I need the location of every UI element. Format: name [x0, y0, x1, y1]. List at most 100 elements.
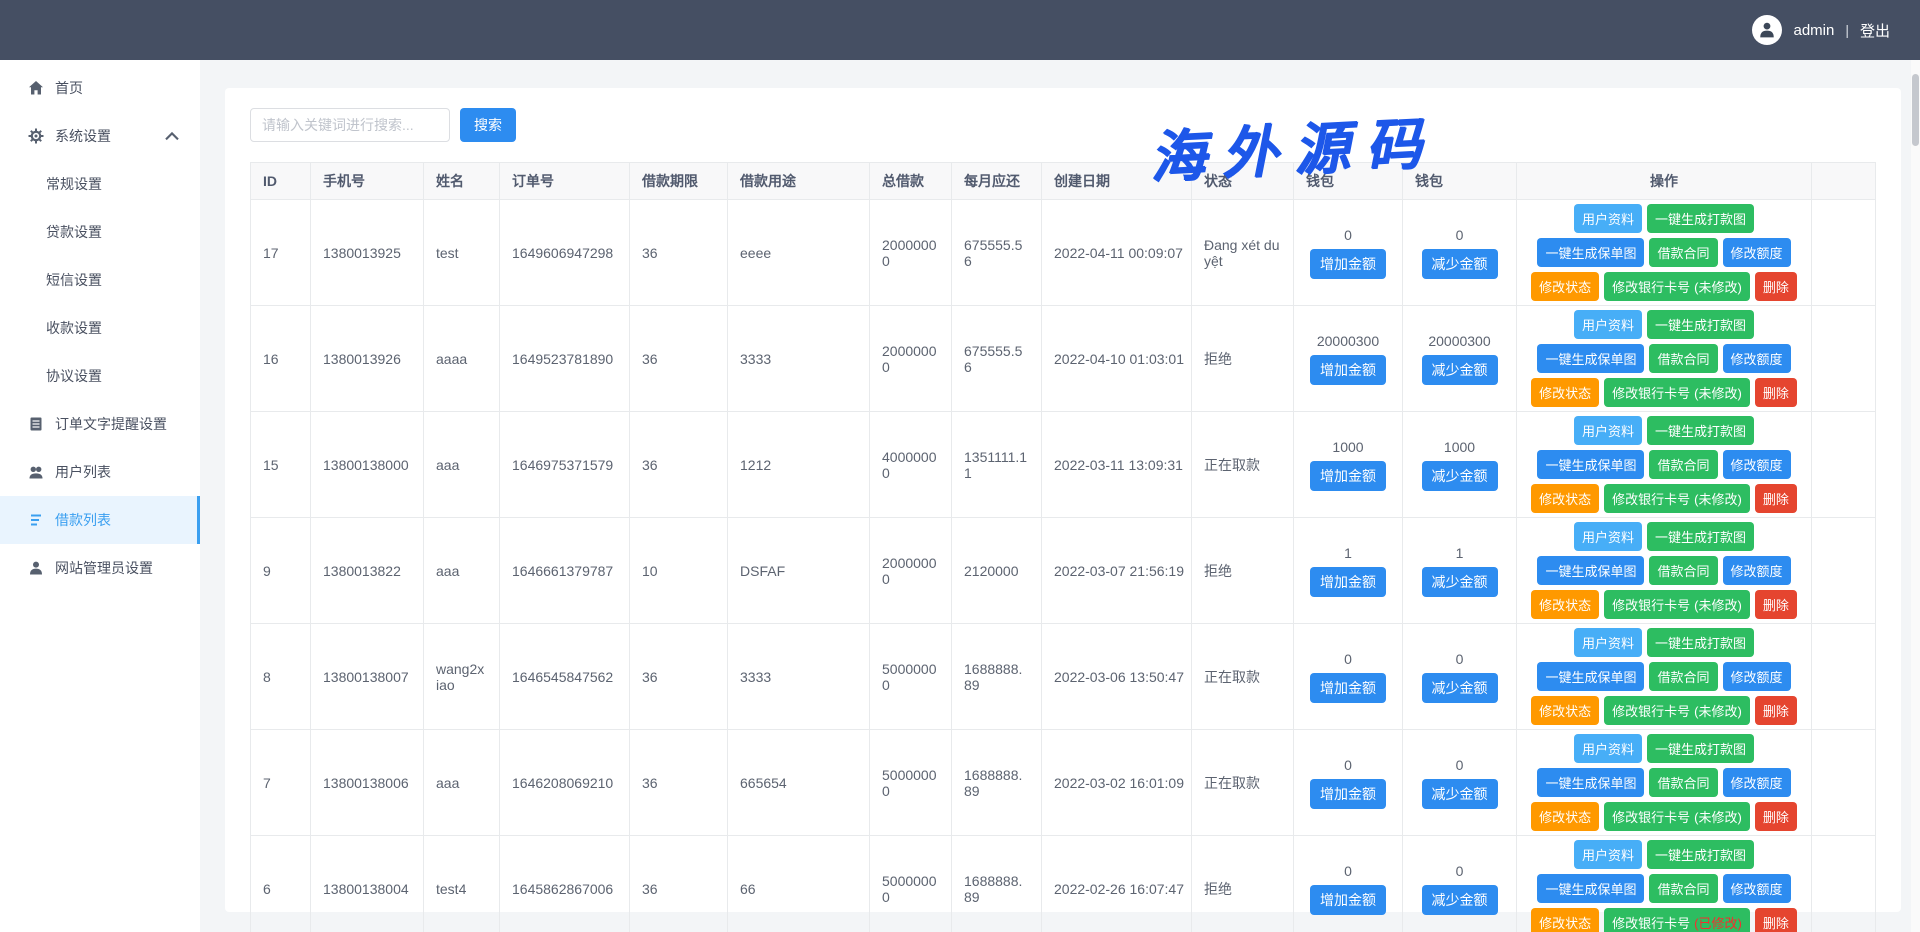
- edit-bank-card-button[interactable]: 修改银行卡号(未修改): [1604, 484, 1750, 513]
- user-info-button[interactable]: 用户资料: [1574, 416, 1642, 445]
- loan-contract-button[interactable]: 借款合同: [1649, 556, 1717, 585]
- subtract-amount-button[interactable]: 减少金额: [1422, 673, 1498, 703]
- generate-policy-image-button[interactable]: 一键生成保单图: [1537, 768, 1644, 797]
- edit-status-button[interactable]: 修改状态: [1531, 378, 1599, 407]
- delete-button[interactable]: 删除: [1755, 378, 1797, 407]
- add-amount-button[interactable]: 增加金额: [1310, 355, 1386, 385]
- add-amount-button[interactable]: 增加金额: [1310, 885, 1386, 915]
- user-avatar[interactable]: [1752, 15, 1782, 45]
- sidebar-item-admin-settings[interactable]: 网站管理员设置: [0, 544, 200, 592]
- subtract-amount-button[interactable]: 减少金额: [1422, 885, 1498, 915]
- edit-quota-button[interactable]: 修改额度: [1723, 662, 1791, 691]
- username-label[interactable]: admin: [1793, 22, 1834, 39]
- add-amount-button[interactable]: 增加金额: [1310, 673, 1386, 703]
- delete-button[interactable]: 删除: [1755, 696, 1797, 725]
- sidebar-item-system-settings[interactable]: 系统设置: [0, 112, 200, 160]
- edit-bank-card-button[interactable]: 修改银行卡号(未修改): [1604, 696, 1750, 725]
- edit-status-button[interactable]: 修改状态: [1531, 908, 1599, 932]
- generate-policy-image-button[interactable]: 一键生成保单图: [1537, 450, 1644, 479]
- edit-bank-card-button[interactable]: 修改银行卡号(未修改): [1604, 590, 1750, 619]
- edit-quota-button[interactable]: 修改额度: [1723, 556, 1791, 585]
- edit-bank-card-button[interactable]: 修改银行卡号(未修改): [1604, 802, 1750, 831]
- edit-status-button[interactable]: 修改状态: [1531, 484, 1599, 513]
- loan-contract-button[interactable]: 借款合同: [1649, 344, 1717, 373]
- edit-quota-button[interactable]: 修改额度: [1723, 450, 1791, 479]
- generate-payment-image-button[interactable]: 一键生成打款图: [1647, 734, 1754, 763]
- generate-payment-image-button[interactable]: 一键生成打款图: [1647, 628, 1754, 657]
- edit-quota-button[interactable]: 修改额度: [1723, 768, 1791, 797]
- generate-policy-image-button[interactable]: 一键生成保单图: [1537, 556, 1644, 585]
- sidebar-item-order-text-settings[interactable]: 订单文字提醒设置: [0, 400, 200, 448]
- generate-payment-image-button[interactable]: 一键生成打款图: [1647, 204, 1754, 233]
- cell-total: 40000000: [870, 412, 952, 518]
- sidebar-item-payment-settings[interactable]: 收款设置: [0, 304, 200, 352]
- generate-policy-image-button[interactable]: 一键生成保单图: [1537, 662, 1644, 691]
- sidebar-item-label: 首页: [55, 78, 83, 98]
- loan-contract-button[interactable]: 借款合同: [1649, 662, 1717, 691]
- header-created: 创建日期: [1042, 163, 1192, 200]
- user-info-button[interactable]: 用户资料: [1574, 628, 1642, 657]
- generate-policy-image-button[interactable]: 一键生成保单图: [1537, 344, 1644, 373]
- sidebar-item-user-list[interactable]: 用户列表: [0, 448, 200, 496]
- generate-payment-image-button[interactable]: 一键生成打款图: [1647, 310, 1754, 339]
- sidebar-item-sms-settings[interactable]: 短信设置: [0, 256, 200, 304]
- loan-contract-button[interactable]: 借款合同: [1649, 768, 1717, 797]
- edit-quota-button[interactable]: 修改额度: [1723, 874, 1791, 903]
- edit-status-button[interactable]: 修改状态: [1531, 590, 1599, 619]
- generate-policy-image-button[interactable]: 一键生成保单图: [1537, 874, 1644, 903]
- delete-button[interactable]: 删除: [1755, 590, 1797, 619]
- loan-contract-button[interactable]: 借款合同: [1649, 238, 1717, 267]
- search-button[interactable]: 搜索: [460, 108, 516, 142]
- add-amount-button[interactable]: 增加金额: [1310, 567, 1386, 597]
- generate-payment-image-button[interactable]: 一键生成打款图: [1647, 522, 1754, 551]
- wallet-amount: 0: [1415, 227, 1504, 243]
- user-info-button[interactable]: 用户资料: [1574, 522, 1642, 551]
- add-amount-button[interactable]: 增加金额: [1310, 779, 1386, 809]
- sidebar-item-home[interactable]: 首页: [0, 64, 200, 112]
- edit-quota-button[interactable]: 修改额度: [1723, 238, 1791, 267]
- delete-button[interactable]: 删除: [1755, 484, 1797, 513]
- edit-bank-card-button[interactable]: 修改银行卡号(已修改): [1604, 908, 1750, 932]
- add-amount-button[interactable]: 增加金额: [1310, 249, 1386, 279]
- user-info-button[interactable]: 用户资料: [1574, 204, 1642, 233]
- loan-contract-button[interactable]: 借款合同: [1649, 450, 1717, 479]
- logout-button[interactable]: 登出: [1860, 20, 1890, 41]
- scrollbar-thumb[interactable]: [1912, 74, 1919, 146]
- cell-name: aaa: [424, 518, 500, 624]
- wallet-amount: 20000300: [1306, 333, 1390, 349]
- subtract-amount-button[interactable]: 减少金额: [1422, 461, 1498, 491]
- subtract-amount-button[interactable]: 减少金额: [1422, 779, 1498, 809]
- delete-button[interactable]: 删除: [1755, 908, 1797, 932]
- edit-bank-card-button[interactable]: 修改银行卡号(未修改): [1604, 378, 1750, 407]
- subtract-amount-button[interactable]: 减少金额: [1422, 567, 1498, 597]
- generate-policy-image-button[interactable]: 一键生成保单图: [1537, 238, 1644, 267]
- search-input[interactable]: [250, 108, 450, 142]
- loan-contract-button[interactable]: 借款合同: [1649, 874, 1717, 903]
- sidebar-item-agreement-settings[interactable]: 协议设置: [0, 352, 200, 400]
- user-info-button[interactable]: 用户资料: [1574, 840, 1642, 869]
- delete-button[interactable]: 删除: [1755, 802, 1797, 831]
- add-amount-button[interactable]: 增加金额: [1310, 461, 1386, 491]
- sidebar-item-loan-list[interactable]: 借款列表: [0, 496, 200, 544]
- home-icon: [28, 80, 44, 96]
- edit-status-button[interactable]: 修改状态: [1531, 802, 1599, 831]
- edit-quota-button[interactable]: 修改额度: [1723, 344, 1791, 373]
- sidebar-item-loan-settings[interactable]: 贷款设置: [0, 208, 200, 256]
- generate-payment-image-button[interactable]: 一键生成打款图: [1647, 416, 1754, 445]
- edit-bank-card-button[interactable]: 修改银行卡号(未修改): [1604, 272, 1750, 301]
- user-info-button[interactable]: 用户资料: [1574, 734, 1642, 763]
- generate-payment-image-button[interactable]: 一键生成打款图: [1647, 840, 1754, 869]
- subtract-amount-button[interactable]: 减少金额: [1422, 355, 1498, 385]
- user-info-button[interactable]: 用户资料: [1574, 310, 1642, 339]
- edit-status-button[interactable]: 修改状态: [1531, 272, 1599, 301]
- cell-created: 2022-03-06 13:50:47: [1042, 624, 1192, 730]
- edit-status-button[interactable]: 修改状态: [1531, 696, 1599, 725]
- header-wallet2: 钱包: [1403, 163, 1517, 200]
- cell-actions: 用户资料 一键生成打款图 一键生成保单图 借款合同 修改额度 修改状态 修改银行…: [1517, 306, 1812, 412]
- cell-wallet1: 1000 增加金额: [1294, 412, 1403, 518]
- header-id: ID: [251, 163, 311, 200]
- subtract-amount-button[interactable]: 减少金额: [1422, 249, 1498, 279]
- sidebar-item-general-settings[interactable]: 常规设置: [0, 160, 200, 208]
- cell-phone: 1380013822: [311, 518, 424, 624]
- delete-button[interactable]: 删除: [1755, 272, 1797, 301]
